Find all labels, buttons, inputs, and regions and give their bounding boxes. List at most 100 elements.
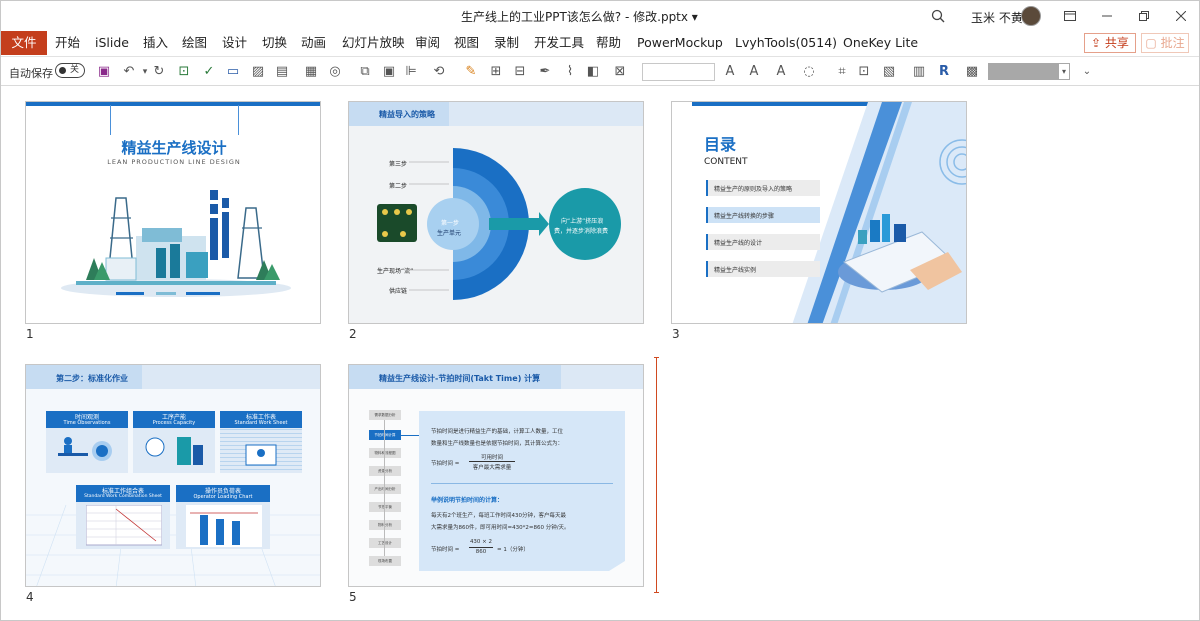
slide-thumbnail-5[interactable]: 精益生产线设计-节拍时间(Takt Time) 计算 需求数据分析 节拍时间计算… [348, 364, 644, 587]
user-name[interactable]: 玉米 不黄 [971, 9, 1023, 26]
tab-home[interactable]: 开始 [55, 31, 80, 55]
r-icon[interactable]: R [936, 64, 952, 80]
decrease-font-icon[interactable]: A [746, 64, 762, 80]
text-box-icon[interactable]: ▤ [274, 64, 290, 80]
avatar[interactable] [1021, 6, 1041, 26]
toc-item-label: 精益生产的原则及导入的策略 [714, 186, 793, 193]
card-title-en: Operator Loading Chart [193, 494, 253, 500]
powerpoint-window: 生产线上的工业PPT该怎么做? - 修改.pptx ▾ 玉米 不黄 文件 开始 … [0, 0, 1200, 621]
tab-design[interactable]: 设计 [222, 31, 247, 55]
color-dropdown-icon[interactable]: ▾ [1058, 63, 1070, 80]
minimize-icon[interactable] [1096, 5, 1118, 27]
tab-draw[interactable]: 绘图 [182, 31, 207, 55]
slide1-title: 精益生产线设计 [121, 139, 227, 157]
tab-animations[interactable]: 动画 [301, 31, 326, 55]
arrange-icon[interactable]: ⧉ [357, 64, 373, 80]
fill-color-icon[interactable]: ◧ [585, 64, 601, 80]
undo-icon[interactable]: ↶ [121, 64, 137, 80]
save-icon[interactable]: ▣ [96, 64, 112, 80]
slide3-subtitle: CONTENT [704, 157, 748, 167]
restore-icon[interactable] [1133, 5, 1155, 27]
crop-icon[interactable]: ⌗ [834, 64, 850, 80]
picture-icon[interactable]: ▧ [881, 64, 897, 80]
increase-font-icon[interactable]: A [722, 64, 738, 80]
deco-line [110, 105, 111, 135]
comment-button[interactable]: ▢ 批注 [1141, 33, 1189, 53]
ribbon-display-options-icon[interactable] [1059, 5, 1081, 27]
slide-number: 3 [672, 327, 680, 341]
card-time-observations: 时间观测 Time Observations [46, 411, 128, 473]
label-step3: 第三步 [389, 161, 408, 168]
tab-onekey-lite[interactable]: OneKey Lite [843, 31, 918, 55]
tab-review[interactable]: 审阅 [415, 31, 440, 55]
step-pointer [401, 435, 419, 436]
shapes-icon[interactable]: ◎ [327, 64, 343, 80]
panel-corner-fold [609, 561, 625, 571]
font-color-icon[interactable]: A [773, 64, 789, 80]
table-icon[interactable]: ▥ [911, 64, 927, 80]
slide-icon[interactable]: ▭ [225, 64, 241, 80]
tab-lvyhtools[interactable]: LvyhTools(0514) [735, 31, 837, 55]
tab-file[interactable]: 文件 [1, 31, 47, 55]
tab-record[interactable]: 录制 [494, 31, 519, 55]
present-icon[interactable]: ⊡ [176, 64, 192, 80]
crop-picture-icon[interactable]: ▨ [250, 64, 266, 80]
circle-text-1: 向“上游”挤压浪 [561, 218, 604, 225]
slide-thumbnail-2[interactable]: 精益导入的策略 第三步 第二步 生产现场“流” 供应链 第一步 生产单元 向“上… [348, 101, 644, 324]
pen-icon[interactable]: ✒ [537, 64, 553, 80]
center-text-1: 第一步 [441, 220, 460, 227]
align-icon[interactable]: ⊫ [403, 64, 419, 80]
slide2-header: 精益导入的策略 [379, 110, 435, 119]
slide-thumbnail-3[interactable]: 目录 CONTENT 精益生产的原则及导入的策略 精益生产线转换的步骤 精益生产… [671, 101, 967, 324]
autosave-toggle[interactable]: 关 [55, 63, 85, 78]
tab-powermockup[interactable]: PowerMockup [637, 31, 723, 55]
para-line-1: 节拍时间是进行精益生产的基础，计算工人数量，工位 [431, 429, 564, 435]
slide-top-bar [26, 102, 320, 106]
example-line-2: 大需求量为860件，即可用时间=430*2=860 分钟/天。 [431, 525, 570, 531]
tab-developer[interactable]: 开发工具 [534, 31, 584, 55]
grid-icon[interactable]: ▦ [303, 64, 319, 80]
distribute-icon[interactable]: ⊞ [488, 64, 504, 80]
insertion-marker [654, 357, 659, 593]
transparency-icon[interactable]: ▩ [964, 64, 980, 80]
toc-item: 精益生产的原则及导入的策略 [706, 180, 820, 196]
tab-slideshow[interactable]: 幻灯片放映 [342, 31, 405, 55]
process-step: 节拍平衡 [369, 502, 401, 512]
redo-icon[interactable]: ↻ [151, 64, 167, 80]
color-swatch[interactable] [988, 63, 1058, 80]
takt-time-panel: 节拍时间是进行精益生产的基础，计算工人数量，工位 数量和生产线数量也是依据节拍时… [419, 411, 625, 571]
rotate-icon[interactable]: ⟲ [431, 64, 447, 80]
customize-toolbar-icon[interactable]: ⌄ [1079, 64, 1095, 80]
slide-thumbnail-4[interactable]: 第二步：标准化作业 时间观测 Time Observations 工序产能 Pr… [25, 364, 321, 587]
eyedropper-icon[interactable]: ⌇ [562, 64, 578, 80]
card-operator-loading-chart: 操作员负荷表 Operator Loading Chart [176, 485, 270, 549]
comment-icon: ▢ [1145, 36, 1161, 50]
group-icon[interactable]: ▣ [381, 64, 397, 80]
tab-transitions[interactable]: 切换 [262, 31, 287, 55]
outline-icon[interactable]: ⊠ [612, 64, 628, 80]
card-illustration [86, 505, 162, 546]
align-middle-icon[interactable]: ⊟ [512, 64, 528, 80]
card-illustration [245, 444, 277, 466]
search-icon[interactable] [927, 5, 949, 27]
tab-view[interactable]: 视图 [454, 31, 479, 55]
spelling-icon[interactable]: ✓ [201, 64, 217, 80]
process-step: 物料和流程图 [369, 448, 401, 458]
calc-result: = 1（分钟） [497, 547, 529, 553]
share-button[interactable]: ⇪ 共享 [1084, 33, 1136, 53]
font-size-box[interactable] [642, 63, 715, 81]
tab-insert[interactable]: 插入 [143, 31, 168, 55]
card-title-en: Process Capacity [152, 420, 196, 426]
tab-islide[interactable]: iSlide [95, 31, 129, 55]
highlight-icon[interactable]: ◌ [801, 64, 817, 80]
format-painter-icon[interactable]: ✎ [463, 64, 479, 80]
close-icon[interactable] [1170, 5, 1192, 27]
tab-help[interactable]: 帮助 [596, 31, 621, 55]
compress-icon[interactable]: ⊡ [856, 64, 872, 80]
formula-numerator: 可用时间 [480, 455, 503, 461]
slide-thumbnail-1[interactable]: 精益生产线设计 LEAN PRODUCTION LINE DESIGN [25, 101, 321, 324]
slide3-title: 目录 [704, 135, 737, 154]
document-title[interactable]: 生产线上的工业PPT该怎么做? - 修改.pptx ▾ [461, 8, 698, 25]
toc-item-label: 精益生产线的设计 [714, 240, 763, 247]
card-standard-work-combination: 标准工作组合表 Standard Work Combination Sheet [76, 485, 170, 549]
